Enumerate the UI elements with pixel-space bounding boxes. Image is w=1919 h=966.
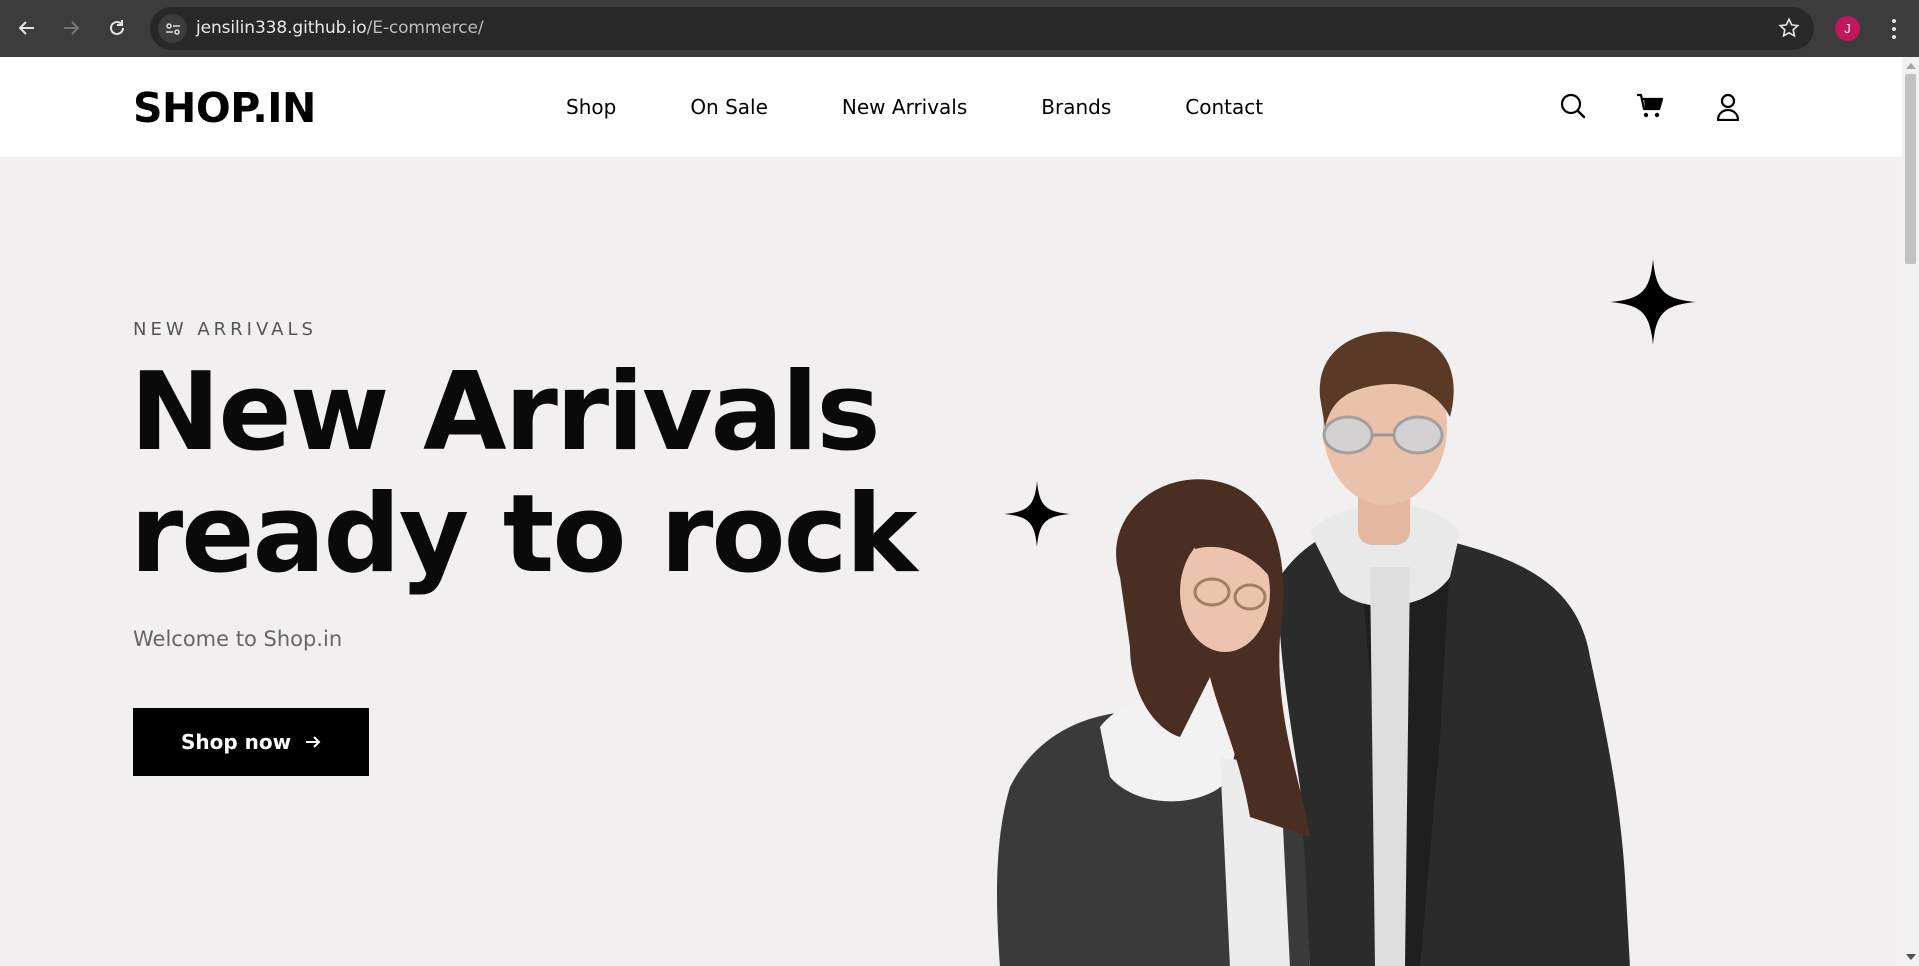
nav-contact[interactable]: Contact [1185, 95, 1263, 119]
hero-section: NEW ARRIVALS New Arrivals ready to rock … [0, 157, 1902, 966]
profile-avatar[interactable]: J [1835, 16, 1860, 41]
search-icon[interactable] [1560, 93, 1586, 124]
browser-toolbar: jensilin338.github.io/E-commerce/ J [0, 0, 1919, 57]
cart-icon[interactable] [1636, 93, 1664, 124]
shop-now-button[interactable]: Shop now [133, 708, 369, 776]
scrollbar-thumb[interactable] [1905, 74, 1916, 264]
back-button[interactable] [12, 13, 42, 43]
hero-models-image [997, 331, 1630, 966]
scroll-up-icon[interactable] [1906, 63, 1916, 69]
hero-headline-line1: New Arrivals [130, 350, 881, 475]
hero-headline-line2: ready to rock [130, 472, 917, 597]
forward-button[interactable] [56, 13, 86, 43]
hero-headline: New Arrivals ready to rock [130, 350, 917, 597]
nav-on-sale[interactable]: On Sale [690, 95, 768, 119]
main-nav: Shop On Sale New Arrivals Brands Contact [566, 95, 1337, 119]
browser-menu-icon[interactable] [1886, 16, 1902, 42]
bookmark-star-icon[interactable] [1778, 17, 1800, 44]
user-icon[interactable] [1716, 93, 1740, 126]
url-path: /E-commerce/ [366, 18, 484, 38]
url-text: jensilin338.github.io/E-commerce/ [196, 18, 484, 38]
reload-button[interactable] [102, 13, 132, 43]
nav-new-arrivals[interactable]: New Arrivals [842, 95, 967, 119]
page-viewport: SHOP.IN Shop On Sale New Arrivals Brands… [0, 57, 1902, 966]
shop-now-label: Shop now [180, 730, 292, 754]
hero-eyebrow: NEW ARRIVALS [133, 319, 317, 340]
address-bar[interactable]: jensilin338.github.io/E-commerce/ [150, 7, 1814, 50]
url-host: jensilin338.github.io [196, 18, 367, 38]
nav-shop[interactable]: Shop [566, 95, 616, 119]
reload-icon [110, 20, 124, 35]
forward-arrow-icon [64, 21, 80, 35]
site-info-icon[interactable] [158, 14, 187, 43]
arrow-right-icon [306, 736, 321, 748]
nav-brands[interactable]: Brands [1041, 95, 1111, 119]
site-logo[interactable]: SHOP.IN [133, 84, 316, 132]
hero-subtitle: Welcome to Shop.in [133, 627, 343, 651]
site-header: SHOP.IN Shop On Sale New Arrivals Brands… [0, 57, 1902, 157]
page-scrollbar[interactable] [1902, 57, 1919, 966]
scroll-down-icon[interactable] [1906, 954, 1916, 960]
back-arrow-icon [18, 21, 34, 35]
